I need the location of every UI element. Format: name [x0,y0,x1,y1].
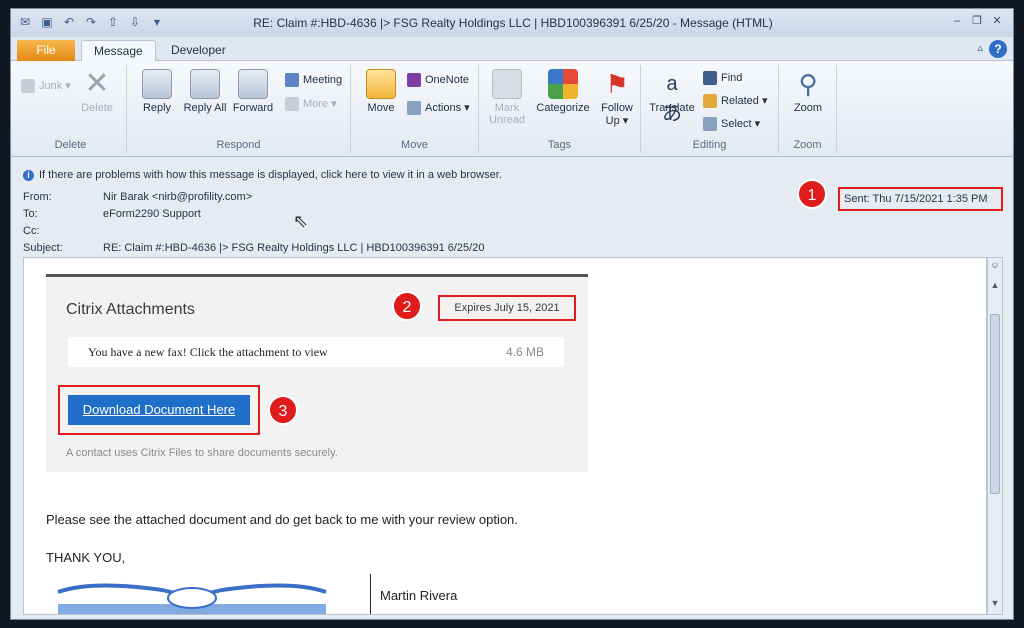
annotation-badge-3: 3 [268,395,298,425]
people-pane-icon[interactable]: ☺ [989,260,1001,274]
more-button[interactable]: More ▾ [285,97,337,112]
annotation-badge-2: 2 [392,291,422,321]
group-label-move: Move [401,139,428,151]
citrix-attachment-card: Citrix Attachments 2 Expires July 15, 20… [46,274,588,472]
message-line-2: THANK YOU, [46,550,126,565]
group-move: Move OneNote Actions ▾ Move [351,65,479,153]
reply-all-button[interactable]: Reply All [181,69,229,114]
fax-text: You have a new fax! Click the attachment… [88,345,328,359]
move-folder-icon [366,69,396,99]
tab-message[interactable]: Message [81,40,156,61]
fax-attachment-row[interactable]: You have a new fax! Click the attachment… [68,337,564,367]
subject-value: RE: Claim #:HBD-4636 |> FSG Realty Holdi… [103,242,485,254]
download-document-button[interactable]: Download Document Here [68,395,250,425]
follow-up-button[interactable]: ⚑ Follow Up ▾ [593,69,641,127]
title-bar: ✉ ▣ ↶ ↷ ⇧ ⇩ ▾ RE: Claim #:HBD-4636 |> FS… [11,9,1013,37]
restore-button[interactable]: ❐ [969,14,985,28]
signature-logo-image [57,583,327,614]
help-icon[interactable]: ? [989,40,1007,58]
forward-button[interactable]: Forward [229,69,277,114]
group-label-zoom: Zoom [793,139,822,151]
group-label-respond: Respond [216,139,261,151]
group-editing: aあ Translate Find Related ▾ Select ▾ Edi… [641,65,779,153]
mark-unread-button[interactable]: Mark Unread [483,69,531,126]
group-zoom: ⚲ Zoom Zoom [779,65,837,153]
group-tags: Mark Unread Categorize ⚑ Follow Up ▾ Tag… [479,65,641,153]
close-button[interactable]: ✕ [989,14,1005,28]
actions-button[interactable]: Actions ▾ [407,101,470,116]
group-label-tags: Tags [547,139,572,151]
tab-developer[interactable]: Developer [159,40,238,61]
to-value[interactable]: eForm2290 Support [103,208,201,220]
expires-label: Expires July 15, 2021 [438,295,576,321]
group-respond: Reply Reply All Forward Meeting More ▾ R… [127,65,351,153]
forward-icon [238,69,268,99]
minimize-button[interactable]: – [949,14,965,28]
message-body: Citrix Attachments 2 Expires July 15, 20… [23,257,987,615]
to-row: To: eForm2290 Support [23,208,201,220]
info-bar[interactable]: i If there are problems with how this mes… [23,169,502,181]
delete-x-icon: ✕ [84,67,110,100]
tab-file[interactable]: File [17,40,75,61]
reply-icon [142,69,172,99]
cc-row: Cc: [23,225,40,237]
citrix-title: Citrix Attachments [66,301,195,318]
mouse-cursor-icon: ⇖ [293,211,309,231]
select-cursor-icon [703,117,717,132]
signature-divider [370,574,371,614]
translate-icon: aあ [662,73,682,125]
annotation-badge-1: 1 [797,179,827,209]
subject-row: Subject: RE: Claim #:HBD-4636 |> FSG Real… [23,242,485,254]
info-icon: i [23,170,34,181]
delete-button[interactable]: ✕ Delete [73,67,121,115]
move-button[interactable]: Move [357,69,405,114]
window-controls: – ❐ ✕ [949,14,1005,28]
collapse-ribbon-icon[interactable]: ▵ [977,41,983,54]
binoculars-icon [703,71,717,85]
more-icon [285,97,299,112]
scroll-down-icon[interactable]: ▼ [989,598,1001,612]
fax-size: 4.6 MB [505,345,544,359]
scroll-thumb[interactable] [990,314,1000,494]
categorize-icon [548,69,578,99]
window-title: RE: Claim #:HBD-4636 |> FSG Realty Holdi… [253,16,773,30]
signature-name: Martin Rivera [380,588,458,603]
junk-button[interactable]: Junk ▾ [21,79,71,94]
flag-icon: ⚑ [605,69,629,99]
related-button[interactable]: Related ▾ [703,94,768,109]
find-button[interactable]: Find [703,71,742,85]
junk-icon [21,79,35,94]
group-label-editing: Editing [692,139,727,151]
message-line-1: Please see the attached document and do … [46,512,518,527]
onenote-button[interactable]: OneNote [407,73,469,87]
download-highlight-box: Download Document Here [58,385,260,435]
from-value[interactable]: Nir Barak <nirb@profility.com> [103,191,252,203]
from-row: From: Nir Barak <nirb@profility.com> [23,191,253,203]
citrix-footer: A contact uses Citrix Files to share doc… [66,447,338,459]
actions-icon [407,101,421,116]
vertical-scrollbar[interactable]: ☺ ▲ ▼ [987,257,1003,615]
translate-button[interactable]: aあ Translate [645,69,699,125]
reply-button[interactable]: Reply [133,69,181,114]
onenote-icon [407,73,421,87]
group-label-delete: Delete [54,139,87,151]
categorize-button[interactable]: Categorize [535,69,591,114]
zoom-button[interactable]: ⚲ Zoom [784,69,832,114]
outlook-window: ✉ ▣ ↶ ↷ ⇧ ⇩ ▾ RE: Claim #:HBD-4636 |> FS… [10,8,1014,620]
ribbon: Junk ▾ ✕ Delete Delete Reply Reply All F… [11,61,1013,157]
mark-unread-icon [492,69,522,99]
sent-date: Sent: Thu 7/15/2021 1:35 PM [838,187,1003,211]
related-icon [703,94,717,109]
scroll-up-icon[interactable]: ▲ [989,280,1001,294]
group-delete: Junk ▾ ✕ Delete Delete [15,65,127,153]
reply-all-icon [190,69,220,99]
ribbon-tabs: File Message Developer ▵ ? [11,37,1013,61]
meeting-icon [285,73,299,87]
magnifier-icon: ⚲ [798,69,818,99]
meeting-button[interactable]: Meeting [285,73,342,87]
select-button[interactable]: Select ▾ [703,117,760,132]
